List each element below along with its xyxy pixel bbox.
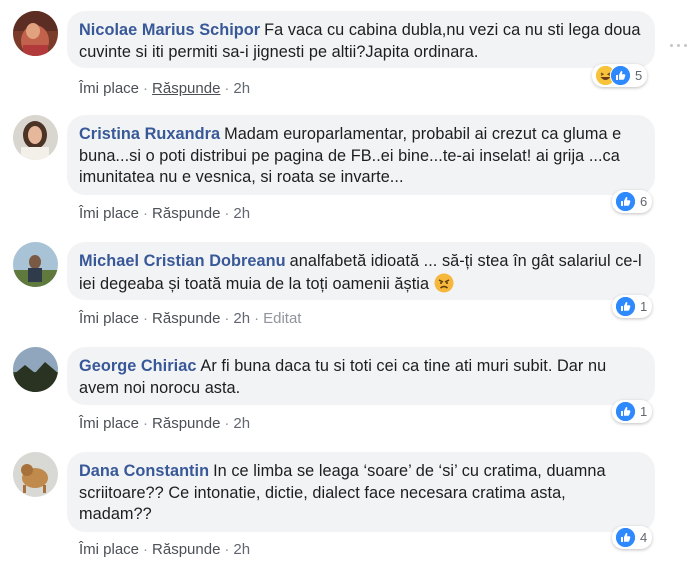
comment-author[interactable]: George Chiriac [79, 357, 196, 375]
avatar[interactable] [13, 11, 58, 56]
reactions-badge[interactable]: 6 [612, 190, 653, 213]
reply-link[interactable]: Răspunde [152, 310, 220, 327]
reactions-badge[interactable]: 1 [612, 295, 653, 318]
reply-link[interactable]: Răspunde [152, 205, 220, 222]
like-icon [615, 296, 636, 317]
avatar[interactable] [13, 347, 58, 392]
like-link[interactable]: Îmi place [79, 310, 139, 327]
comment-time[interactable]: 2h [233, 310, 250, 327]
reply-link[interactable]: Răspunde [152, 541, 220, 558]
comment-time[interactable]: 2h [233, 205, 250, 222]
like-link[interactable]: Îmi place [79, 415, 139, 432]
like-icon [615, 191, 636, 212]
reaction-count: 1 [640, 404, 648, 419]
comment-bubble: Nicolae Marius Schipor Fa vaca cu cabina … [67, 11, 655, 68]
comment-bubble: Michael Cristian Dobreanu analfabetă idio… [67, 242, 655, 300]
comment-time[interactable]: 2h [233, 415, 250, 432]
like-icon [615, 527, 636, 548]
reactions-badge[interactable]: 1 [612, 400, 653, 423]
reaction-count: 4 [640, 530, 648, 545]
comment-author[interactable]: Cristina Ruxandra [79, 125, 220, 143]
more-options-icon[interactable] [670, 34, 694, 47]
like-link[interactable]: Îmi place [79, 80, 139, 97]
avatar[interactable] [13, 452, 58, 497]
reply-link[interactable]: Răspunde [152, 415, 220, 432]
reaction-count: 1 [640, 299, 648, 314]
comment-bubble: George Chiriac Ar fi buna daca tu si toti… [67, 347, 655, 405]
like-link[interactable]: Îmi place [79, 541, 139, 558]
comment-actions: Îmi place · Răspunde · 2h · Editat [79, 310, 302, 327]
comment-author[interactable]: Dana Constantin [79, 462, 209, 480]
comment-actions: Îmi place · Răspunde · 2h [79, 415, 251, 432]
reaction-count: 6 [640, 194, 648, 209]
comment-actions: Îmi place · Răspunde · 2h [79, 541, 251, 558]
comment-author[interactable]: Michael Cristian Dobreanu [79, 252, 286, 270]
angry-face-icon [434, 273, 454, 293]
comment-time[interactable]: 2h [233, 80, 250, 97]
reactions-badge[interactable]: 4 [612, 526, 653, 549]
comment-author[interactable]: Nicolae Marius Schipor [79, 21, 260, 39]
like-icon [615, 401, 636, 422]
reaction-count: 5 [635, 68, 643, 83]
reply-link[interactable]: Răspunde [152, 80, 220, 97]
like-icon [610, 65, 631, 86]
avatar[interactable] [13, 242, 58, 287]
avatar[interactable] [13, 115, 58, 160]
comment-bubble: Dana Constantin In ce limba se leaga ‘soa… [67, 452, 655, 532]
comment-bubble: Cristina Ruxandra Madam europarlamentar, … [67, 115, 655, 195]
reactions-badge[interactable]: 5 [592, 64, 648, 87]
comment-actions: Îmi place · Răspunde · 2h [79, 205, 251, 222]
comment-time[interactable]: 2h [233, 541, 250, 558]
edited-link[interactable]: Editat [263, 310, 301, 327]
comment-actions: Îmi place · Răspunde · 2h [79, 80, 251, 97]
like-link[interactable]: Îmi place [79, 205, 139, 222]
